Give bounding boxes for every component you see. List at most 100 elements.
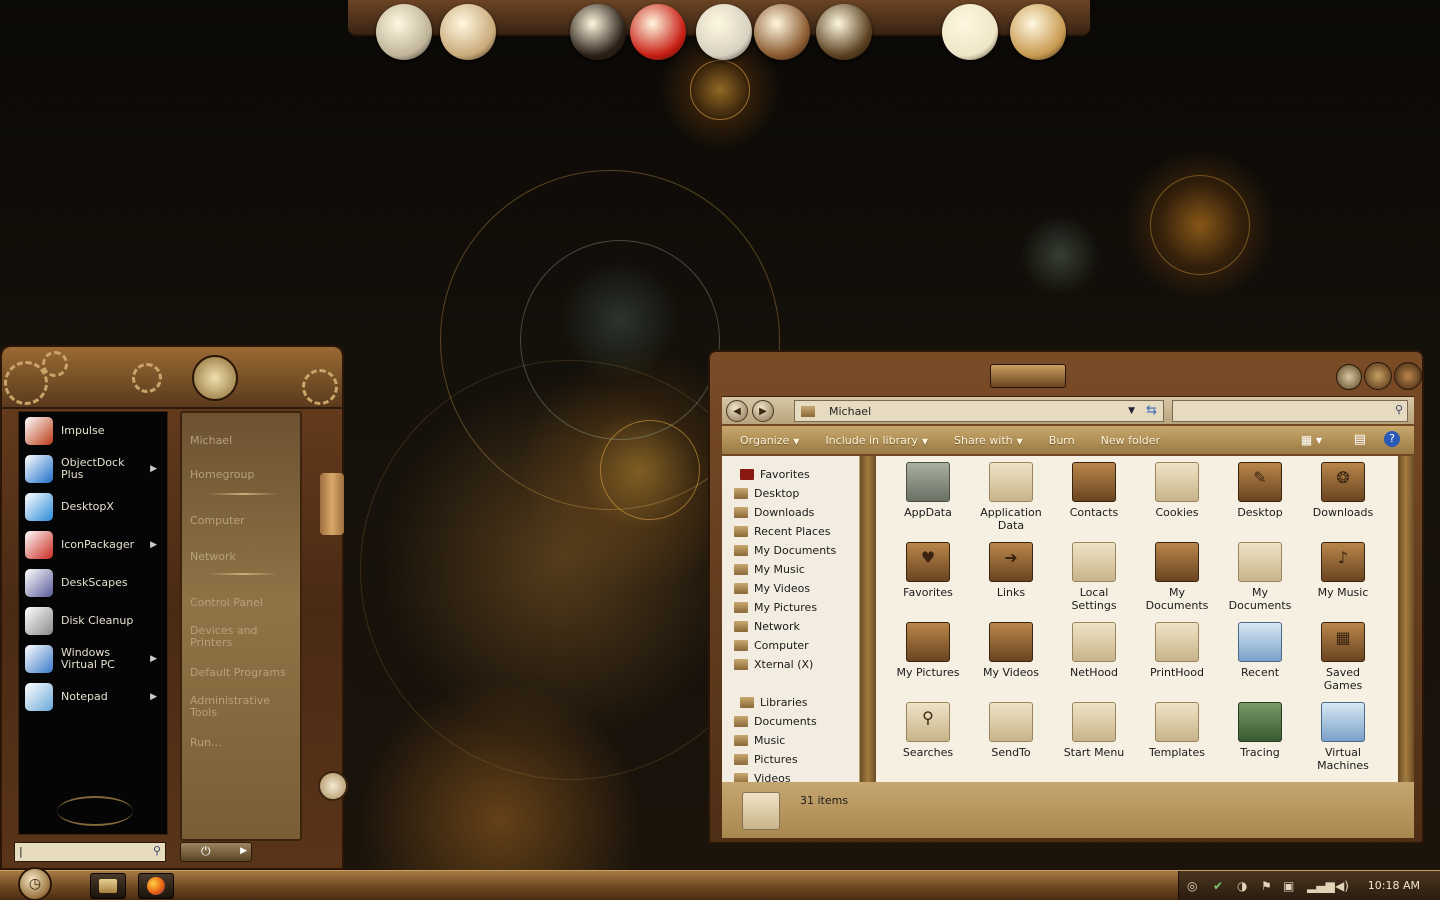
refresh-icon[interactable]: ⇆	[1146, 403, 1157, 418]
nav-item[interactable]: My Music	[734, 561, 805, 577]
preview-pane-icon[interactable]: ▤	[1354, 432, 1366, 447]
file-item[interactable]: My Documents	[1220, 536, 1300, 612]
action-center-icon[interactable]: ⚑	[1261, 879, 1272, 893]
nav-item[interactable]: Network	[734, 618, 800, 634]
program-item[interactable]: ObjectDock Plus ▶	[25, 452, 165, 486]
nav-item[interactable]: Documents	[734, 713, 817, 729]
command-new-folder[interactable]: New folder	[1101, 434, 1160, 447]
program-item[interactable]: Disk Cleanup	[25, 604, 165, 638]
nav-item[interactable]: My Documents	[734, 542, 836, 558]
file-item[interactable]: ❂ Downloads	[1303, 456, 1383, 519]
file-item[interactable]: Contacts	[1054, 456, 1134, 519]
place-item[interactable]: Homegroup	[190, 469, 254, 481]
file-item[interactable]: Cookies	[1137, 456, 1217, 519]
program-item[interactable]: Impulse	[25, 414, 165, 448]
file-item[interactable]: SendTo	[971, 696, 1051, 759]
forward-button[interactable]: ▶	[752, 400, 774, 422]
file-item[interactable]: Local Settings	[1054, 536, 1134, 612]
nav-item[interactable]: Videos	[734, 770, 791, 782]
volume-icon[interactable]: ◀)	[1335, 879, 1349, 893]
shutdown-button[interactable]: ⏻ ▶	[180, 842, 252, 862]
view-options-icon[interactable]: ▦ ▾	[1301, 433, 1322, 447]
gauge-icon[interactable]	[440, 4, 496, 60]
maximize-button[interactable]	[1364, 362, 1392, 390]
steam-icon[interactable]: ◎	[1187, 879, 1197, 893]
file-item[interactable]: ♥ Favorites	[888, 536, 968, 599]
place-item[interactable]: Administrative Tools	[190, 695, 270, 719]
file-item[interactable]: NetHood	[1054, 616, 1134, 679]
shutdown-options-arrow[interactable]: ▶	[240, 846, 247, 856]
file-item[interactable]: My Pictures	[888, 616, 968, 679]
place-item[interactable]: Control Panel	[190, 597, 263, 609]
clock-icon[interactable]	[942, 4, 998, 60]
gramophone-icon[interactable]	[696, 4, 752, 60]
program-item[interactable]: IconPackager ▶	[25, 528, 165, 562]
file-item[interactable]: Application Data	[971, 456, 1051, 532]
search-input[interactable]: | ⚲	[14, 842, 166, 862]
back-button[interactable]: ◀	[726, 400, 748, 422]
file-item[interactable]: Tracing	[1220, 696, 1300, 759]
security-icon[interactable]: ✔	[1213, 879, 1223, 893]
nav-item[interactable]: Computer	[734, 637, 809, 653]
command-include-in-library[interactable]: Include in library ▼	[825, 434, 928, 447]
contrast-icon[interactable]: ◑	[1237, 879, 1247, 893]
minimize-button[interactable]	[1336, 364, 1362, 390]
red-seal-icon[interactable]	[630, 4, 686, 60]
clock[interactable]: 10:18 AM	[1368, 879, 1420, 892]
typewriter-icon[interactable]	[754, 4, 810, 60]
close-button[interactable]	[1394, 362, 1422, 390]
nav-item[interactable]: My Videos	[734, 580, 810, 596]
crate-icon[interactable]	[816, 4, 872, 60]
file-item[interactable]: My Videos	[971, 616, 1051, 679]
place-item[interactable]: Run...	[190, 737, 222, 749]
help-icon[interactable]: ?	[1384, 431, 1400, 447]
nav-item[interactable]: My Pictures	[734, 599, 817, 615]
file-item[interactable]: Start Menu	[1054, 696, 1134, 759]
file-item[interactable]: PrintHood	[1137, 616, 1217, 679]
place-item[interactable]: Network	[190, 551, 236, 563]
nav-item[interactable]: Desktop	[734, 485, 799, 501]
place-item[interactable]: Computer	[190, 515, 245, 527]
content-scrollbar[interactable]	[1398, 456, 1414, 782]
file-item[interactable]: My Documents	[1137, 536, 1217, 612]
nav-scrollbar[interactable]	[860, 456, 876, 782]
folder-search-input[interactable]: ⚲	[1172, 400, 1408, 422]
network-icon[interactable]: ▂▄▆	[1307, 879, 1335, 893]
program-item[interactable]: Notepad ▶	[25, 680, 165, 714]
coin-icon[interactable]	[376, 4, 432, 60]
nav-item[interactable]: Music	[734, 732, 785, 748]
file-item[interactable]: ▦ Saved Games	[1303, 616, 1383, 692]
file-item[interactable]: ♪ My Music	[1303, 536, 1383, 599]
user-picture-frame[interactable]	[192, 355, 238, 401]
search-icon[interactable]: ⚲	[153, 844, 161, 857]
nav-item[interactable]: Xternal (X)	[734, 656, 813, 672]
nav-group-header[interactable]: Libraries	[740, 694, 808, 710]
place-item[interactable]: Michael	[190, 435, 232, 447]
paper-bag-icon[interactable]	[1010, 4, 1066, 60]
device-icon[interactable]: ▣	[1283, 879, 1294, 893]
start-button[interactable]: ◷	[18, 867, 52, 900]
search-icon[interactable]: ⚲	[1395, 403, 1403, 416]
program-item[interactable]: Windows Virtual PC ▶	[25, 642, 165, 676]
compass-icon[interactable]	[570, 4, 626, 60]
program-item[interactable]: DeskScapes	[25, 566, 165, 600]
command-burn[interactable]: Burn	[1049, 434, 1075, 447]
file-item[interactable]: ⚲ Searches	[888, 696, 968, 759]
nav-item[interactable]: Downloads	[734, 504, 814, 520]
file-item[interactable]: AppData	[888, 456, 968, 519]
file-item[interactable]: ✎ Desktop	[1220, 456, 1300, 519]
file-item[interactable]: Templates	[1137, 696, 1217, 759]
program-item[interactable]: DesktopX	[25, 490, 165, 524]
place-item[interactable]: Devices and Printers	[190, 625, 258, 649]
nav-item[interactable]: Pictures	[734, 751, 798, 767]
command-organize[interactable]: Organize ▼	[740, 434, 799, 447]
file-item[interactable]: ➜ Links	[971, 536, 1051, 599]
file-item[interactable]: Virtual Machines	[1303, 696, 1383, 772]
taskbar-explorer[interactable]	[90, 873, 126, 899]
nav-group-header[interactable]: Favorites	[740, 466, 810, 482]
command-share-with[interactable]: Share with ▼	[954, 434, 1023, 447]
taskbar-firefox[interactable]	[138, 873, 174, 899]
address-dropdown-icon[interactable]: ▼	[1128, 406, 1135, 416]
nav-item[interactable]: Recent Places	[734, 523, 831, 539]
file-item[interactable]: Recent	[1220, 616, 1300, 679]
